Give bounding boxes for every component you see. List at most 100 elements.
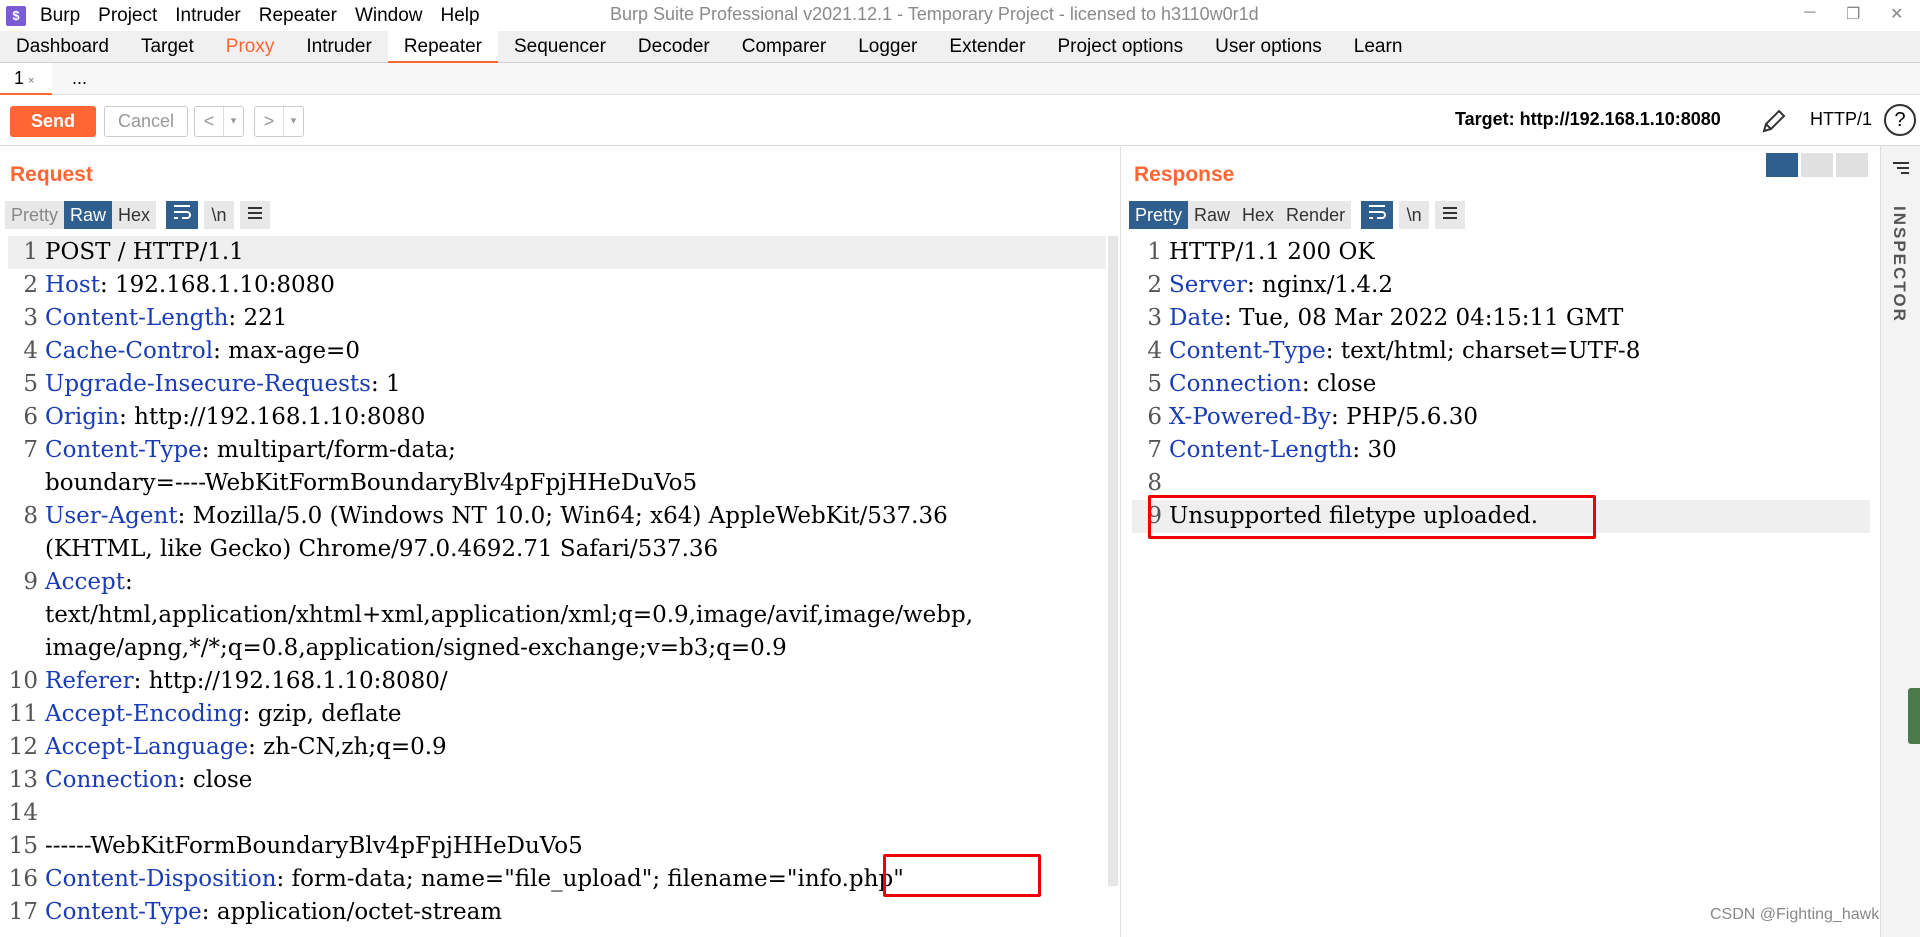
layout-stacked-icon[interactable] <box>1801 153 1833 177</box>
layout-tabs-icon[interactable] <box>1836 153 1868 177</box>
response-view-raw[interactable]: Raw <box>1188 201 1237 229</box>
editor-line[interactable]: 3 Content-Length: 221 <box>8 302 1106 335</box>
editor-line[interactable]: 14 <box>8 797 1106 830</box>
line-number: 11 <box>8 701 38 727</box>
inspector-menu-icon[interactable] <box>1891 160 1911 182</box>
header-name: Referer <box>45 668 134 694</box>
editor-line[interactable]: 10 Referer: http://192.168.1.10:8080/ <box>8 665 1106 698</box>
editor-line[interactable]: 9 Accept: <box>8 566 1106 599</box>
tab-sequencer[interactable]: Sequencer <box>498 31 622 63</box>
header-name: Content-Length <box>45 305 229 331</box>
tab-comparer[interactable]: Comparer <box>726 31 842 63</box>
repeater-tab-1[interactable]: 1 × <box>0 63 52 95</box>
editor-line[interactable]: 8 User-Agent: Mozilla/5.0 (Windows NT 10.… <box>8 500 1106 533</box>
tab-logger[interactable]: Logger <box>842 31 933 63</box>
editor-line[interactable]: 3 Date: Tue, 08 Mar 2022 04:15:11 GMT <box>1132 302 1870 335</box>
editor-line[interactable]: 2 Host: 192.168.1.10:8080 <box>8 269 1106 302</box>
minimize-icon[interactable]: ─ <box>1804 4 1815 22</box>
tab-user-options[interactable]: User options <box>1199 31 1338 63</box>
http-version-toggle[interactable]: HTTP/1 <box>1810 109 1872 130</box>
response-editor[interactable]: 1 HTTP/1.1 200 OK 2 Server: nginx/1.4.2 3 Dat… <box>1132 236 1870 937</box>
back-button[interactable]: < ▾ <box>194 106 244 137</box>
request-view-raw[interactable]: Raw <box>64 201 113 229</box>
editor-line[interactable]: image/apng,*/*;q=0.8,application/signed-… <box>8 632 1106 665</box>
header-value: image/apng,*/*;q=0.8,application/signed-… <box>45 635 787 661</box>
editor-line[interactable]: 1 POST / HTTP/1.1 <box>8 236 1106 269</box>
help-icon[interactable]: ? <box>1884 104 1916 136</box>
editor-line[interactable]: 13 Connection: close <box>8 764 1106 797</box>
repeater-toolbar: Send Cancel < ▾ > ▾ Target: http://192.168… <box>0 96 1920 146</box>
chevron-down-icon[interactable]: ▾ <box>283 107 303 136</box>
response-view-pretty[interactable]: Pretty <box>1129 201 1189 229</box>
editor-line[interactable]: 4 Cache-Control: max-age=0 <box>8 335 1106 368</box>
header-value: : zh-CN,zh;q=0.9 <box>248 734 447 760</box>
layout-side-by-side-icon[interactable] <box>1766 153 1798 177</box>
header-name: Upgrade-Insecure-Requests <box>45 371 371 397</box>
line-text: HTTP/1.1 200 OK <box>1169 236 1375 269</box>
close-tab-icon[interactable]: × <box>28 75 34 87</box>
menu-help[interactable]: Help <box>441 3 480 28</box>
editor-line[interactable]: 2 Server: nginx/1.4.2 <box>1132 269 1870 302</box>
wrap-lines-icon[interactable] <box>166 201 199 229</box>
editor-line[interactable]: 1 HTTP/1.1 200 OK <box>1132 236 1870 269</box>
tab-target[interactable]: Target <box>125 31 210 63</box>
chevron-down-icon[interactable]: ▾ <box>223 107 243 136</box>
tab-decoder[interactable]: Decoder <box>622 31 726 63</box>
line-number: 14 <box>8 800 38 826</box>
line-number: 15 <box>8 833 38 859</box>
header-name: Content-Disposition <box>45 866 277 892</box>
response-view-render[interactable]: Render <box>1280 201 1352 229</box>
forward-button[interactable]: > ▾ <box>254 106 304 137</box>
menu-project[interactable]: Project <box>98 3 157 28</box>
tab-repeater[interactable]: Repeater <box>387 31 498 63</box>
edit-target-pencil-icon[interactable] <box>1760 107 1788 141</box>
editor-line[interactable]: (KHTML, like Gecko) Chrome/97.0.4692.71 … <box>8 533 1106 566</box>
side-handle[interactable] <box>1908 688 1920 744</box>
tab-dashboard[interactable]: Dashboard <box>0 31 125 63</box>
editor-line[interactable]: 5 Connection: close <box>1132 368 1870 401</box>
wrap-lines-icon[interactable] <box>1361 201 1394 229</box>
cancel-button[interactable]: Cancel <box>104 106 188 137</box>
request-editor[interactable]: 1 POST / HTTP/1.1 2 Host: 192.168.1.10:8080… <box>8 236 1106 937</box>
tab-learn[interactable]: Learn <box>1338 31 1419 63</box>
request-view-hex[interactable]: Hex <box>112 201 157 229</box>
close-icon[interactable]: ✕ <box>1890 4 1903 24</box>
tab-intruder[interactable]: Intruder <box>290 31 387 63</box>
send-button[interactable]: Send <box>10 106 96 137</box>
pane-divider[interactable] <box>1120 146 1126 937</box>
editor-line[interactable]: 7 Content-Length: 30 <box>1132 434 1870 467</box>
request-scrollbar[interactable] <box>1108 236 1118 886</box>
restore-icon[interactable]: ❐ <box>1846 4 1860 24</box>
menu-repeater[interactable]: Repeater <box>259 3 337 28</box>
tab-proxy[interactable]: Proxy <box>210 31 291 63</box>
filename-highlight-box <box>883 854 1041 897</box>
editor-line[interactable]: 11 Accept-Encoding: gzip, deflate <box>8 698 1106 731</box>
inspector-panel[interactable]: INSPECTOR <box>1880 146 1920 937</box>
response-menu-icon[interactable] <box>1435 201 1466 229</box>
menu-intruder[interactable]: Intruder <box>175 3 240 28</box>
header-value: : http://192.168.1.10:8080 <box>119 404 426 430</box>
editor-line[interactable]: 5 Upgrade-Insecure-Requests: 1 <box>8 368 1106 401</box>
line-number: 2 <box>1147 272 1162 298</box>
menu-window[interactable]: Window <box>355 3 423 28</box>
menu-burp[interactable]: Burp <box>40 3 80 28</box>
editor-line[interactable]: 4 Content-Type: text/html; charset=UTF-8 <box>1132 335 1870 368</box>
editor-line[interactable]: 17 Content-Type: application/octet-stream <box>8 896 1106 929</box>
editor-line[interactable]: text/html,application/xhtml+xml,applicat… <box>8 599 1106 632</box>
tab-project-options[interactable]: Project options <box>1041 31 1199 63</box>
show-newlines-button[interactable]: \n <box>1399 201 1430 229</box>
editor-line[interactable]: 6 X-Powered-By: PHP/5.6.30 <box>1132 401 1870 434</box>
tab-extender[interactable]: Extender <box>933 31 1041 63</box>
request-title: Request <box>10 163 93 186</box>
show-newlines-button[interactable]: \n <box>204 201 235 229</box>
line-text: text/html,application/xhtml+xml,applicat… <box>45 599 973 632</box>
header-name: Origin <box>45 404 120 430</box>
request-menu-icon[interactable] <box>240 201 271 229</box>
editor-line[interactable]: 6 Origin: http://192.168.1.10:8080 <box>8 401 1106 434</box>
editor-line[interactable]: 12 Accept-Language: zh-CN,zh;q=0.9 <box>8 731 1106 764</box>
response-view-hex[interactable]: Hex <box>1236 201 1281 229</box>
new-tab-button[interactable]: ... <box>72 63 87 95</box>
editor-line[interactable]: boundary=----WebKitFormBoundaryBlv4pFpjH… <box>8 467 1106 500</box>
editor-line[interactable]: 7 Content-Type: multipart/form-data; <box>8 434 1106 467</box>
request-view-pretty[interactable]: Pretty <box>5 201 65 229</box>
